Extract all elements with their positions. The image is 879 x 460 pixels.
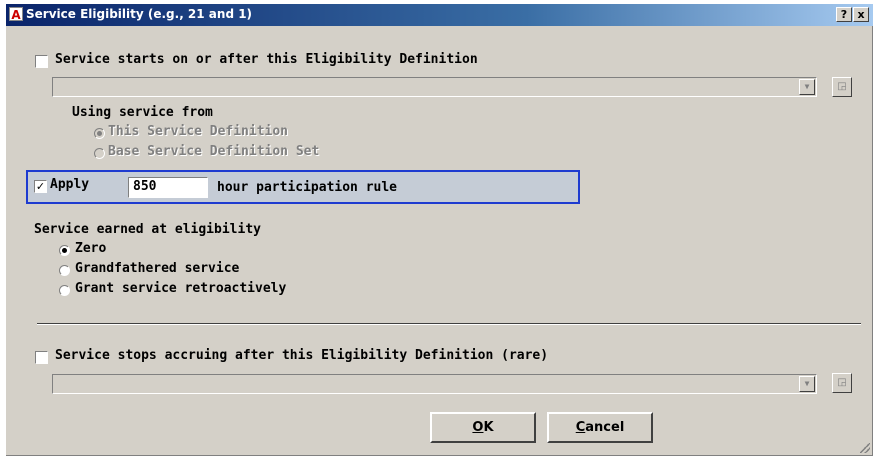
radio-base-service-definition-set[interactable]	[94, 148, 105, 159]
service-earned-label: Service earned at eligibility	[34, 222, 261, 237]
chevron-down-icon[interactable]: ▼	[799, 79, 815, 95]
service-stop-picker-button[interactable]: ◲	[832, 373, 852, 393]
ok-accelerator: O	[472, 420, 484, 435]
apply-label: Apply	[50, 177, 90, 192]
picker-icon: ◲	[837, 377, 847, 388]
using-service-label: Using service from	[72, 105, 213, 120]
service-start-checkbox[interactable]	[35, 55, 48, 68]
resize-grip[interactable]	[860, 443, 870, 453]
chevron-down-icon[interactable]: ▼	[799, 376, 815, 392]
service-stop-label: Service stops accruing after this Eligib…	[55, 348, 549, 363]
radio-this-service-definition[interactable]	[94, 128, 105, 139]
radio-zero-label: Zero	[75, 241, 107, 256]
cancel-accelerator: C	[575, 420, 586, 435]
separator	[37, 323, 861, 325]
app-a-icon: A	[9, 7, 23, 22]
radio-zero[interactable]	[59, 245, 70, 256]
radio-this-service-definition-label: This Service Definition	[108, 124, 289, 139]
help-button[interactable]: ?	[836, 7, 852, 22]
ok-button[interactable]: OK	[430, 412, 536, 443]
radio-grandfathered-service-label: Grandfathered service	[75, 261, 240, 276]
hours-input[interactable]: 850	[128, 177, 208, 198]
title-bar[interactable]: A Service Eligibility (e.g., 21 and 1) ?…	[6, 4, 873, 26]
cancel-button[interactable]: Cancel	[547, 412, 653, 443]
radio-base-service-definition-set-label: Base Service Definition Set	[108, 144, 320, 159]
service-eligibility-dialog: A Service Eligibility (e.g., 21 and 1) ?…	[6, 4, 873, 456]
window-title: Service Eligibility (e.g., 21 and 1)	[26, 7, 253, 21]
service-start-picker-button[interactable]: ◲	[832, 77, 852, 97]
picker-icon: ◲	[837, 81, 847, 92]
ok-label-rest: K	[483, 420, 494, 435]
hour-participation-rule-label: hour participation rule	[217, 180, 398, 195]
close-button[interactable]: x	[853, 7, 869, 22]
cancel-label-rest: ancel	[585, 420, 625, 435]
service-stop-checkbox[interactable]	[35, 351, 48, 364]
service-stop-combo[interactable]: ▼	[52, 374, 817, 394]
apply-checkbox[interactable]: ✓	[34, 180, 47, 193]
radio-grandfathered-service[interactable]	[59, 265, 70, 276]
radio-grant-service-retroactively-label: Grant service retroactively	[75, 281, 287, 296]
service-start-combo[interactable]: ▼	[52, 77, 817, 97]
radio-grant-service-retroactively[interactable]	[59, 285, 70, 296]
service-start-label: Service starts on or after this Eligibil…	[55, 52, 478, 67]
